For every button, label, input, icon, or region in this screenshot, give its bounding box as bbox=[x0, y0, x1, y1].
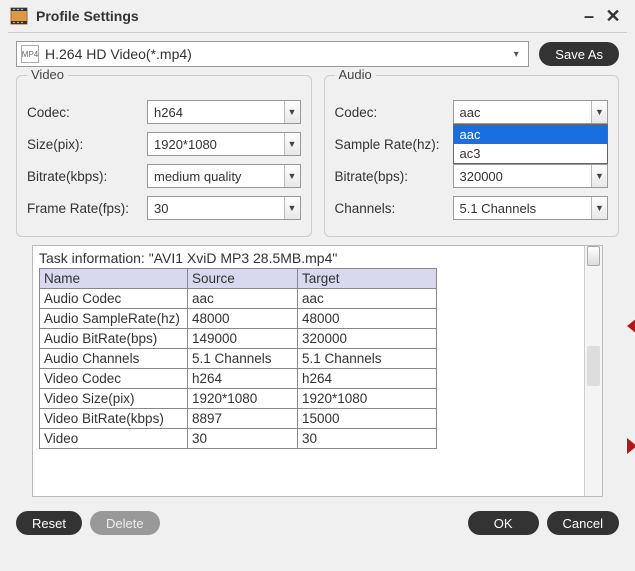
audio-legend: Audio bbox=[335, 67, 376, 82]
chevron-down-icon: ▼ bbox=[284, 101, 300, 123]
video-codec-value: h264 bbox=[154, 105, 284, 120]
video-codec-label: Codec: bbox=[27, 105, 147, 120]
nav-prev-button[interactable] bbox=[623, 315, 635, 337]
table-cell: 1920*1080 bbox=[188, 389, 298, 409]
task-content: Task information: "AVI1 XviD MP3 28.5MB.… bbox=[33, 246, 584, 496]
video-size-select[interactable]: 1920*1080 ▼ bbox=[147, 132, 301, 156]
video-bitrate-value: medium quality bbox=[154, 169, 284, 184]
video-size-label: Size(pix): bbox=[27, 137, 147, 152]
video-framerate-select[interactable]: 30 ▼ bbox=[147, 196, 301, 220]
audio-bitrate-value: 320000 bbox=[460, 169, 592, 184]
audio-codec-value: aac bbox=[460, 105, 592, 120]
audio-bitrate-label: Bitrate(bps): bbox=[335, 169, 453, 184]
video-legend: Video bbox=[27, 67, 68, 82]
titlebar: Profile Settings – ✕ bbox=[0, 0, 635, 32]
scroll-thumb[interactable] bbox=[587, 246, 600, 266]
task-info-table: Name Source Target Audio CodecaacaacAudi… bbox=[39, 268, 437, 449]
table-cell: Video Size(pix) bbox=[40, 389, 188, 409]
table-cell: h264 bbox=[298, 369, 437, 389]
col-target: Target bbox=[298, 269, 437, 289]
table-cell: 8897 bbox=[188, 409, 298, 429]
table-cell: 30 bbox=[188, 429, 298, 449]
table-cell: h264 bbox=[188, 369, 298, 389]
audio-bitrate-select[interactable]: 320000 ▼ bbox=[453, 164, 609, 188]
chevron-down-icon: ▼ bbox=[591, 165, 607, 187]
window-title: Profile Settings bbox=[36, 8, 577, 24]
table-cell: Audio BitRate(bps) bbox=[40, 329, 188, 349]
col-name: Name bbox=[40, 269, 188, 289]
table-cell: Video Codec bbox=[40, 369, 188, 389]
profile-row: MP4 H.264 HD Video(*.mp4) ▾ Save As bbox=[0, 33, 635, 71]
table-row: Audio BitRate(bps)149000320000 bbox=[40, 329, 437, 349]
audio-samplerate-label: Sample Rate(hz): bbox=[335, 137, 453, 152]
table-cell: 5.1 Channels bbox=[298, 349, 437, 369]
video-framerate-value: 30 bbox=[154, 201, 284, 216]
save-as-button[interactable]: Save As bbox=[539, 42, 619, 66]
ok-button[interactable]: OK bbox=[468, 511, 539, 535]
settings-panels: Video Codec: h264 ▼ Size(pix): 1920*1080… bbox=[0, 71, 635, 245]
scroll-track-mark bbox=[587, 346, 600, 386]
table-row: Video BitRate(kbps)889715000 bbox=[40, 409, 437, 429]
nav-next-button[interactable] bbox=[623, 435, 635, 457]
video-framerate-label: Frame Rate(fps): bbox=[27, 201, 147, 216]
audio-codec-option-ac3[interactable]: ac3 bbox=[454, 144, 608, 163]
table-cell: 320000 bbox=[298, 329, 437, 349]
cancel-button[interactable]: Cancel bbox=[547, 511, 619, 535]
table-cell: Audio SampleRate(hz) bbox=[40, 309, 188, 329]
table-row: Video3030 bbox=[40, 429, 437, 449]
audio-channels-label: Channels: bbox=[335, 201, 453, 216]
dropdown-arrow-icon: ▾ bbox=[508, 49, 524, 60]
chevron-down-icon: ▼ bbox=[284, 133, 300, 155]
close-button[interactable]: ✕ bbox=[601, 4, 625, 28]
table-cell: Audio Channels bbox=[40, 349, 188, 369]
table-cell: 15000 bbox=[298, 409, 437, 429]
table-row: Audio SampleRate(hz)4800048000 bbox=[40, 309, 437, 329]
table-cell: aac bbox=[188, 289, 298, 309]
table-cell: aac bbox=[298, 289, 437, 309]
video-panel: Video Codec: h264 ▼ Size(pix): 1920*1080… bbox=[16, 75, 312, 237]
video-codec-select[interactable]: h264 ▼ bbox=[147, 100, 301, 124]
table-cell: Video bbox=[40, 429, 188, 449]
table-cell: 48000 bbox=[298, 309, 437, 329]
video-bitrate-label: Bitrate(kbps): bbox=[27, 169, 147, 184]
footer: Reset Delete OK Cancel bbox=[0, 505, 635, 545]
minimize-button[interactable]: – bbox=[577, 4, 601, 28]
audio-channels-select[interactable]: 5.1 Channels ▼ bbox=[453, 196, 609, 220]
col-source: Source bbox=[188, 269, 298, 289]
table-row: Video Size(pix)1920*10801920*1080 bbox=[40, 389, 437, 409]
video-size-value: 1920*1080 bbox=[154, 137, 284, 152]
delete-button[interactable]: Delete bbox=[90, 511, 160, 535]
profile-select-value: H.264 HD Video(*.mp4) bbox=[45, 46, 508, 62]
audio-channels-value: 5.1 Channels bbox=[460, 201, 592, 216]
audio-codec-select[interactable]: aac ▼ aac ac3 bbox=[453, 100, 609, 124]
scrollbar[interactable] bbox=[584, 246, 602, 496]
table-row: Video Codech264h264 bbox=[40, 369, 437, 389]
chevron-down-icon: ▼ bbox=[284, 165, 300, 187]
chevron-down-icon: ▼ bbox=[591, 101, 607, 123]
app-icon bbox=[10, 7, 28, 25]
chevron-down-icon: ▼ bbox=[284, 197, 300, 219]
task-info-area: Task information: "AVI1 XviD MP3 28.5MB.… bbox=[32, 245, 603, 497]
table-cell: 48000 bbox=[188, 309, 298, 329]
table-cell: 149000 bbox=[188, 329, 298, 349]
reset-button[interactable]: Reset bbox=[16, 511, 82, 535]
audio-codec-option-aac[interactable]: aac bbox=[454, 125, 608, 144]
table-row: Audio Channels5.1 Channels5.1 Channels bbox=[40, 349, 437, 369]
chevron-down-icon: ▼ bbox=[591, 197, 607, 219]
table-cell: 5.1 Channels bbox=[188, 349, 298, 369]
table-cell: 30 bbox=[298, 429, 437, 449]
audio-panel: Audio Codec: aac ▼ aac ac3 Sample Rate(h… bbox=[324, 75, 620, 237]
task-info-header: Task information: "AVI1 XviD MP3 28.5MB.… bbox=[39, 250, 578, 266]
mp4-icon: MP4 bbox=[21, 45, 39, 63]
table-row: Audio Codecaacaac bbox=[40, 289, 437, 309]
table-cell: Audio Codec bbox=[40, 289, 188, 309]
audio-codec-label: Codec: bbox=[335, 105, 453, 120]
table-cell: 1920*1080 bbox=[298, 389, 437, 409]
audio-codec-dropdown[interactable]: aac ac3 bbox=[453, 124, 609, 164]
video-bitrate-select[interactable]: medium quality ▼ bbox=[147, 164, 301, 188]
table-cell: Video BitRate(kbps) bbox=[40, 409, 188, 429]
profile-select[interactable]: MP4 H.264 HD Video(*.mp4) ▾ bbox=[16, 41, 529, 67]
